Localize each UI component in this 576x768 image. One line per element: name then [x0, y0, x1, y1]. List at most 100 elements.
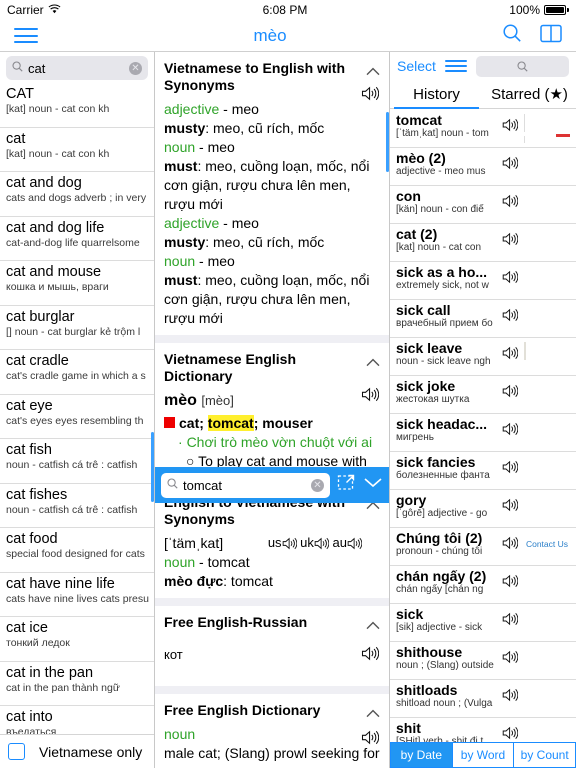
history-item[interactable]: shithouse noun ; (Slang) outside: [390, 642, 576, 680]
list-item[interactable]: cat have nine life cats have nine lives c…: [0, 573, 154, 617]
list-item-desc: cat's cradle game in which a s: [6, 370, 146, 382]
speaker-icon[interactable]: [502, 688, 519, 707]
history-item[interactable]: sick headac... мигрень: [390, 414, 576, 452]
speaker-icon[interactable]: [502, 118, 519, 137]
history-list[interactable]: tomcat [ˈtämˌkat] noun - tom mèo (2) adject…: [390, 110, 576, 742]
speaker-icon[interactable]: [502, 726, 519, 742]
chevron-up-icon[interactable]: [366, 705, 380, 718]
history-item-thumbnail: [524, 266, 572, 295]
list-item[interactable]: cat and mouse кошка и мышь, враги: [0, 261, 154, 306]
list-item[interactable]: cat fishes noun - catfish cá trê : catfis…: [0, 484, 154, 528]
sort-option-by-date[interactable]: by Date: [390, 742, 452, 768]
dictionary-section: Vietnamese English Dictionary mèo [mèo] ca…: [155, 343, 389, 486]
chevron-up-icon[interactable]: [366, 617, 380, 630]
list-item[interactable]: cat and dog life cat-and-dog life quarrel…: [0, 217, 154, 261]
history-item[interactable]: tomcat [ˈtämˌkat] noun - tom: [390, 110, 576, 148]
speaker-icon[interactable]: [502, 460, 519, 479]
search-icon[interactable]: [502, 23, 522, 48]
history-item[interactable]: con [kän] noun - con điế: [390, 186, 576, 224]
history-search-input[interactable]: [475, 55, 569, 77]
list-item[interactable]: CAT [kat] noun - cat con kh: [0, 83, 154, 128]
list-item[interactable]: cat food special food designed for cats: [0, 528, 154, 573]
select-button[interactable]: Select: [397, 58, 436, 74]
history-item[interactable]: chán ngấy (2) chán ngấy [chán ng: [390, 566, 576, 604]
speaker-icon[interactable]: [361, 646, 380, 666]
headword: mèo [mèo]: [164, 392, 234, 409]
speaker-icon[interactable]: [502, 232, 519, 251]
tab-starred[interactable]: Starred (★): [483, 80, 576, 108]
list-menu-icon[interactable]: [444, 60, 467, 72]
list-item[interactable]: cat in the pan cat in the pan thành ngữ: [0, 662, 154, 706]
list-item[interactable]: cat into въедаться: [0, 706, 154, 734]
list-item[interactable]: cat ice тонкий ледок: [0, 617, 154, 662]
list-item[interactable]: cat burglar[] noun - cat burglar kẻ trộm…: [0, 306, 154, 350]
speaker-icon[interactable]: [502, 346, 519, 365]
sort-option-by-word[interactable]: by Word: [451, 742, 514, 768]
history-item[interactable]: sick leave noun - sick leave ngh: [390, 338, 576, 376]
speaker-icon[interactable]: [361, 387, 380, 407]
page-title: mèo: [253, 25, 287, 45]
middle-scrollbar[interactable]: [386, 112, 389, 172]
list-item[interactable]: cat and dog cats and dogs adverb ; in ver…: [0, 172, 154, 217]
chevron-down-icon[interactable]: [363, 476, 383, 494]
history-item-thumbnail: [524, 646, 572, 675]
speaker-icon[interactable]: [361, 86, 380, 106]
history-item[interactable]: shit [SHit] verb - shit đi t: [390, 718, 576, 742]
search-input[interactable]: cat ✕: [6, 56, 148, 80]
overlay-search-input[interactable]: tomcat ✕: [161, 472, 330, 498]
list-item[interactable]: cat eye cat's eyes eyes resembling th: [0, 395, 154, 439]
vietnamese-only-label: Vietnamese only: [39, 743, 143, 760]
chevron-up-icon[interactable]: [366, 354, 380, 367]
list-item[interactable]: cat fish noun - catfish cá trê : catfish: [0, 439, 154, 484]
dictionary-section: English to Vietnamese with Synonyms[ˈtäm…: [155, 486, 389, 606]
sense-line: cat; tomcat; mouser: [164, 414, 380, 433]
pronounce-au-button[interactable]: au: [333, 535, 363, 550]
list-item-desc: special food designed for cats: [6, 548, 145, 560]
speaker-icon[interactable]: [502, 650, 519, 669]
history-item[interactable]: sick call врачебный прием бо: [390, 300, 576, 338]
speaker-icon[interactable]: [502, 612, 519, 631]
history-item[interactable]: mèo (2) adjective - meo mus: [390, 148, 576, 186]
app-root: Carrier 6:08 PM 100% mèo cat ✕ CAT [kat]…: [0, 0, 576, 768]
list-item[interactable]: cat [kat] noun - cat con kh: [0, 128, 154, 172]
history-item[interactable]: cat (2) [kat] noun - cat con: [390, 224, 576, 262]
history-item[interactable]: Chúng tôi (2) pronoun - chúng tôi Contact …: [390, 528, 576, 566]
tab-history[interactable]: History: [390, 80, 483, 109]
vietnamese-only-checkbox[interactable]: [8, 743, 25, 760]
speaker-icon[interactable]: [502, 574, 519, 593]
history-item[interactable]: sick fancies болезненные фанта: [390, 452, 576, 490]
speaker-icon[interactable]: [502, 422, 519, 441]
speaker-icon[interactable]: [502, 156, 519, 175]
search-results-list[interactable]: CAT [kat] noun - cat con kh cat [kat] noun …: [0, 83, 154, 734]
speaker-icon[interactable]: [502, 270, 519, 289]
speaker-icon[interactable]: [361, 730, 380, 750]
speaker-icon[interactable]: [502, 384, 519, 403]
hamburger-menu-icon[interactable]: [14, 28, 38, 43]
history-item[interactable]: gory [ˈgôrē] adjective - go: [390, 490, 576, 528]
speaker-icon[interactable]: [502, 536, 519, 555]
pronounce-us-button[interactable]: us: [268, 535, 297, 550]
list-item-desc: cat in the pan thành ngữ: [6, 681, 120, 694]
list-item-desc: cat-and-dog life quarrelsome: [6, 236, 140, 249]
clear-icon[interactable]: ✕: [129, 61, 142, 75]
chevron-up-icon[interactable]: [366, 63, 380, 76]
book-view-icon[interactable]: [540, 24, 562, 48]
pronounce-uk-button[interactable]: uk: [300, 535, 330, 550]
middle-search-overlay: tomcat ✕: [155, 467, 389, 503]
speaker-icon[interactable]: [502, 498, 519, 517]
sort-option-by-count[interactable]: by Count: [513, 742, 576, 768]
left-scrollbar[interactable]: [151, 432, 154, 502]
history-item[interactable]: sick as a ho... extremely sick, not w: [390, 262, 576, 300]
history-item[interactable]: shitloads shitload noun ; (Vulga: [390, 680, 576, 718]
speaker-icon[interactable]: [502, 194, 519, 213]
clear-icon[interactable]: ✕: [311, 478, 324, 492]
history-item-thumbnail: [524, 190, 572, 219]
history-item-desc: [ˈgôrē] adjective - go: [396, 508, 488, 519]
speaker-icon[interactable]: [502, 308, 519, 327]
history-item[interactable]: sick joke жестокая шутка: [390, 376, 576, 414]
history-item[interactable]: sick [sik] adjective - sick: [390, 604, 576, 642]
left-search-container: cat ✕: [0, 52, 154, 83]
list-item[interactable]: cat cradle cat's cradle game in which a s: [0, 350, 154, 395]
expand-icon[interactable]: [337, 473, 356, 497]
list-item-word: cat in the pan: [6, 664, 94, 681]
